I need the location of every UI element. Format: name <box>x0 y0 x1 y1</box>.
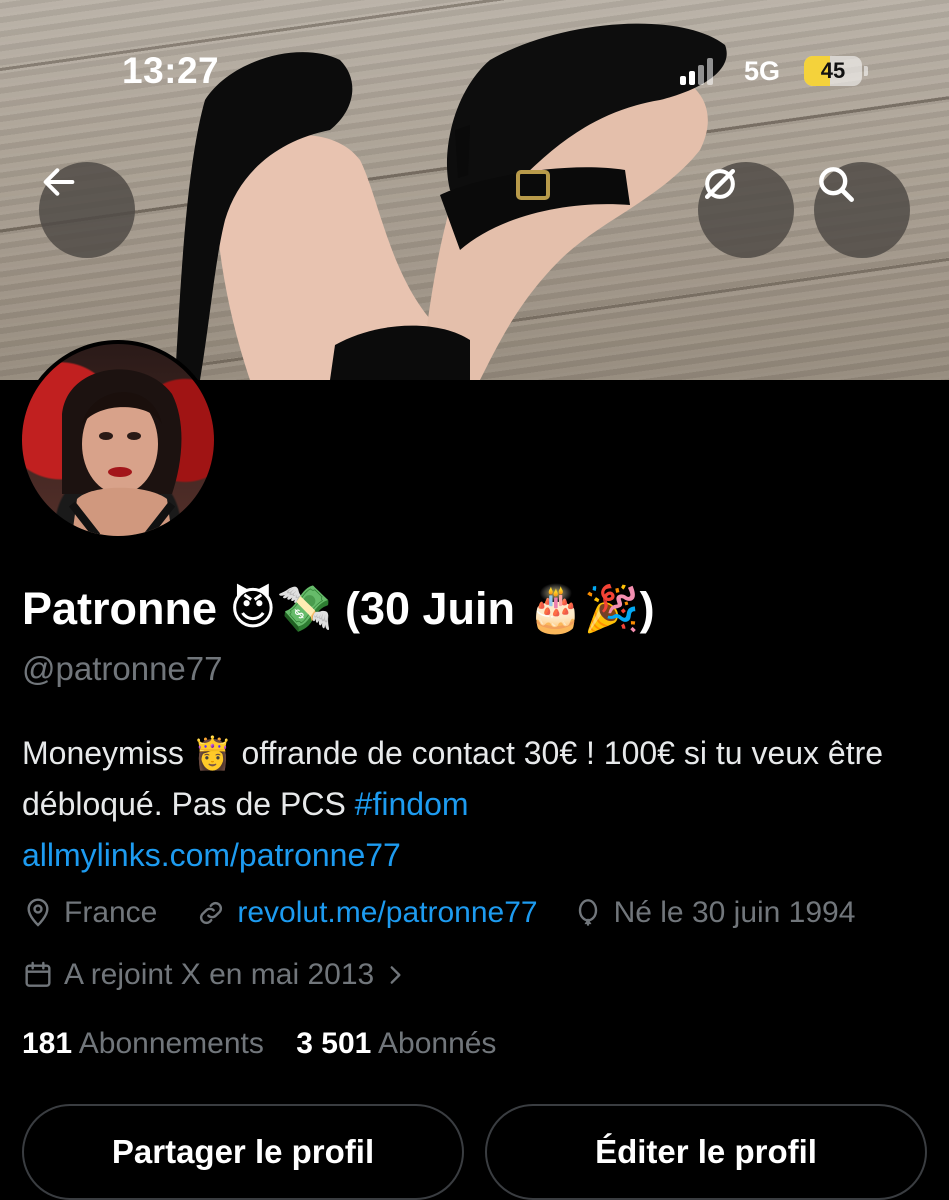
bio-website-link[interactable]: allmylinks.com/patronne77 <box>22 837 401 873</box>
arrow-left-icon <box>43 168 75 196</box>
followers-count: 3 501 <box>296 1027 372 1060</box>
network-type: 5G <box>744 56 781 86</box>
followers-link[interactable]: 3 501 Abonnés <box>296 1027 496 1060</box>
battery-level: 45 <box>820 58 846 83</box>
following-label: Abonnements <box>78 1027 264 1060</box>
following-count: 181 <box>22 1027 73 1060</box>
battery-icon: 45 <box>804 56 862 86</box>
grok-icon <box>704 168 736 200</box>
edit-profile-button[interactable]: Éditer le profil <box>485 1104 927 1200</box>
location-text: France <box>64 896 158 929</box>
profile-bio: Moneymiss 👸 offrande de contact 30€ ! 10… <box>22 728 927 881</box>
calendar-icon <box>25 961 51 987</box>
following-link[interactable]: 181 Abonnements <box>22 1027 264 1060</box>
birthday-text: Né le 30 juin 1994 <box>613 896 856 929</box>
battery-tip <box>864 66 868 76</box>
profile-meta-row: France revolut.me/patronne77 Né le 30 ju… <box>22 896 855 930</box>
location-pin-icon <box>27 898 49 927</box>
website-item[interactable]: revolut.me/patronne77 <box>195 896 538 930</box>
search-button[interactable] <box>814 162 910 258</box>
signal-strength-icon <box>680 57 720 85</box>
followers-label: Abonnés <box>378 1027 497 1060</box>
link-icon <box>200 901 223 925</box>
birthday-item: Né le 30 juin 1994 <box>572 896 856 930</box>
avatar-photo <box>22 344 214 536</box>
chevron-right-icon <box>390 966 401 984</box>
joined-row[interactable]: A rejoint X en mai 2013 <box>22 958 418 992</box>
avatar[interactable] <box>18 340 218 540</box>
location-item: France <box>22 896 157 930</box>
profile-handle: @patronne77 <box>22 650 223 687</box>
share-profile-button[interactable]: Partager le profil <box>22 1104 464 1200</box>
joined-text: A rejoint X en mai 2013 <box>64 958 375 991</box>
status-time: 13:27 <box>122 50 220 91</box>
balloon-icon <box>578 899 597 926</box>
back-button[interactable] <box>39 162 135 258</box>
bio-hashtag-link[interactable]: #findom <box>355 786 469 822</box>
website-link[interactable]: revolut.me/patronne77 <box>237 896 537 930</box>
follow-counts: 181 Abonnements 3 501 Abonnés <box>22 1027 496 1061</box>
search-icon <box>819 167 854 202</box>
grok-button[interactable] <box>698 162 794 258</box>
status-bar: 13:27 5G 45 <box>0 0 949 110</box>
profile-banner[interactable]: 13:27 5G 45 <box>0 0 949 380</box>
profile-display-name: Patronne 😈💸 (30 Juin 🎂🎉) <box>22 583 655 634</box>
